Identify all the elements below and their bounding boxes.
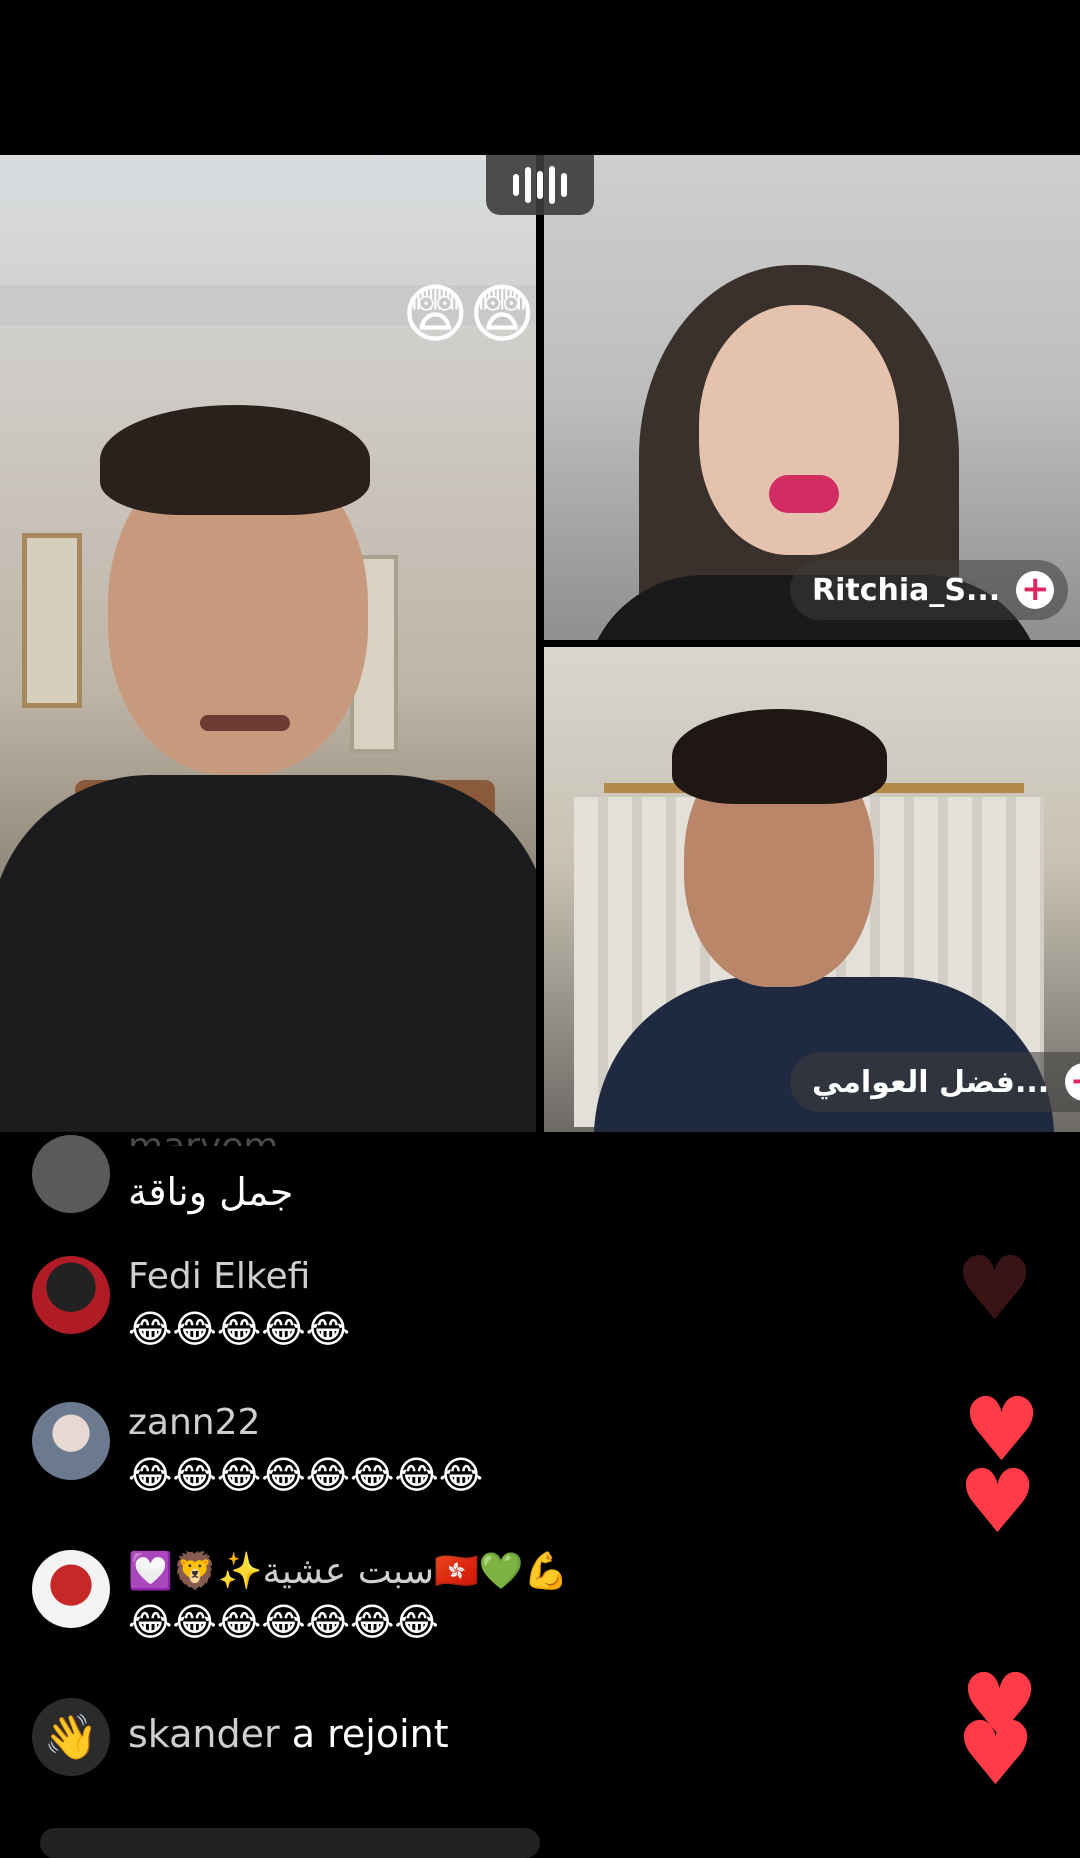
follow-guest1-button[interactable]: [1016, 571, 1055, 609]
guest1-lips: [769, 475, 839, 513]
guest2-name-tag[interactable]: فضل العوامي...: [790, 1052, 1080, 1112]
join-text: a rejoint: [291, 1712, 449, 1756]
wall-picture-frame: [22, 533, 82, 708]
audio-level-icon[interactable]: [486, 155, 594, 215]
host-mouth: [200, 715, 290, 731]
heart-icon: ♥: [956, 1702, 1035, 1805]
comment-input-bar[interactable]: [40, 1828, 540, 1858]
guest1-name-tag[interactable]: Ritchia_S...: [790, 560, 1069, 620]
comment-username: maryem: [128, 1126, 278, 1146]
join-username: skander: [128, 1712, 280, 1756]
guest1-name: Ritchia_S...: [812, 572, 1001, 608]
comment-username: 💟🦁✨سبت عشية🇭🇰💚💪: [128, 1551, 569, 1592]
avatar[interactable]: [32, 1402, 110, 1480]
host-body: [0, 775, 536, 1132]
reaction-emojis: 😨😨: [402, 278, 536, 352]
avatar[interactable]: [32, 1256, 110, 1334]
waving-hand-icon: 👋: [32, 1698, 110, 1776]
comment-message: جمل وناقة: [128, 1170, 294, 1214]
floating-hearts: ♥ ♥ ♥ ♥ ♥: [900, 1140, 1080, 1840]
host-hair: [100, 405, 370, 515]
avatar[interactable]: [32, 1550, 110, 1628]
guest2-hair: [672, 709, 887, 804]
guest2-name: فضل العوامي...: [812, 1064, 1050, 1100]
follow-guest2-button[interactable]: [1065, 1063, 1080, 1101]
comment-username: zann22: [128, 1402, 261, 1443]
heart-icon: ♥: [958, 1450, 1037, 1553]
comment-message: 😂😂😂😂😂: [128, 1307, 351, 1351]
avatar[interactable]: [32, 1135, 110, 1213]
guest1-head: [699, 305, 899, 555]
heart-icon: ♥: [955, 1237, 1034, 1340]
comment-message: 😂😂😂😂😂😂😂😂: [128, 1453, 484, 1497]
video-grid: Ritchia_S... فضل العوامي... 😨😨: [0, 155, 1080, 1132]
comment-username: Fedi Elkefi: [128, 1256, 311, 1297]
live-comments: maryem جمل وناقة Fedi Elkefi 😂😂😂😂😂 zann2…: [0, 1126, 1080, 1840]
comment-message: 😂😂😂😂😂😂😂: [128, 1600, 439, 1644]
